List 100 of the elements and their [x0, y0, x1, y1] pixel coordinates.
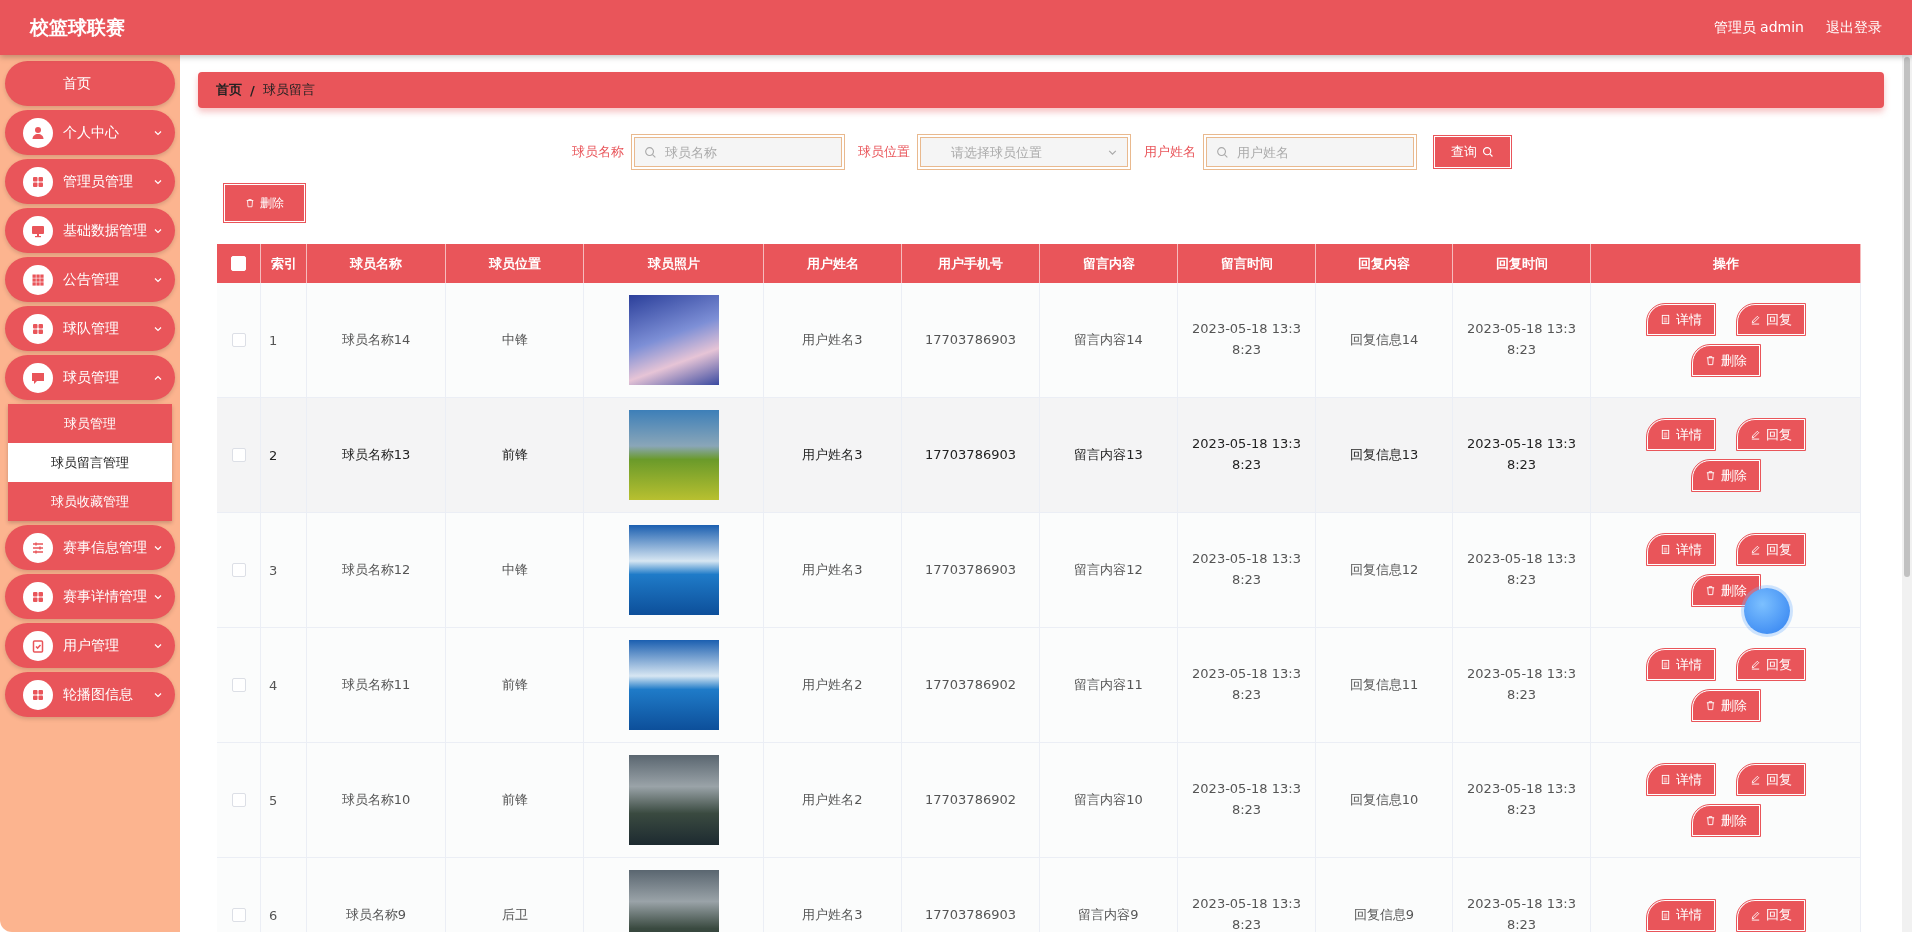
detail-button[interactable]: 详情 — [1646, 649, 1715, 680]
pencil-icon — [1749, 314, 1761, 325]
sidebar-item[interactable]: 公告管理 — [5, 257, 175, 302]
search-field[interactable]: 球员名称 — [633, 137, 842, 167]
row-checkbox[interactable] — [231, 563, 246, 577]
table-cell: 球员名称14 — [341, 331, 411, 349]
document-icon — [1659, 544, 1671, 555]
sidebar-item[interactable]: 用户管理 — [5, 623, 175, 668]
submenu-item[interactable]: 球员收藏管理 — [8, 482, 172, 521]
table-cell-text: 2023-05-18 13:38:23 — [1466, 665, 1577, 704]
trash-icon — [1704, 470, 1716, 481]
row-checkbox[interactable] — [231, 448, 246, 462]
delete-button[interactable]: 删除 — [1691, 690, 1760, 721]
grid-icon — [23, 313, 53, 344]
row-checkbox[interactable] — [231, 793, 246, 807]
table-cell-text: 回复信息13 — [1349, 445, 1419, 464]
document-icon — [1659, 314, 1671, 325]
breadcrumb-link[interactable]: 首页 — [216, 81, 242, 99]
table-cell-text: 17703786903 — [925, 560, 1016, 579]
reply-button[interactable]: 回复 — [1736, 534, 1805, 565]
select-all-checkbox[interactable] — [231, 256, 246, 271]
table-cell-text: 用户姓名3 — [802, 905, 863, 924]
table-cell-text: 用户姓名2 — [802, 790, 863, 809]
document-icon — [1659, 659, 1671, 670]
table-cell: 6 — [269, 907, 278, 923]
admin-label: 管理员 admin — [1713, 18, 1804, 37]
table-cell: 3 — [269, 562, 278, 578]
sidebar-item[interactable]: 赛事详情管理 — [5, 574, 175, 619]
select-field[interactable]: 请选择球员位置 — [919, 137, 1128, 167]
table-cell-text: 2023-05-18 13:38:23 — [1191, 320, 1302, 359]
detail-button[interactable]: 详情 — [1646, 304, 1715, 335]
trash-icon — [1704, 585, 1716, 596]
search-field[interactable]: 用户姓名 — [1205, 137, 1414, 167]
table-cell-text: 用户姓名3 — [802, 330, 863, 349]
query-button[interactable]: 查询 — [1433, 136, 1511, 168]
grid-icon — [23, 581, 53, 612]
table-cell-text: 17703786903 — [925, 445, 1016, 464]
submenu-item[interactable]: 球员留言管理 — [8, 443, 172, 482]
table-cell-text: 回复信息12 — [1349, 560, 1419, 579]
grid-icon — [23, 679, 53, 710]
table-cell: 前锋 — [501, 791, 528, 809]
delete-button[interactable]: 删除 — [1691, 575, 1760, 606]
table-cell-text: 17703786903 — [925, 330, 1016, 349]
trash-icon — [1704, 700, 1716, 711]
sliders-icon — [23, 532, 53, 563]
reply-button[interactable]: 回复 — [1736, 419, 1805, 450]
pencil-icon — [1749, 659, 1761, 670]
table-cell: 后卫 — [501, 906, 528, 924]
delete-button[interactable]: 删除 — [1691, 345, 1760, 376]
sidebar-item[interactable]: 基础数据管理 — [5, 208, 175, 253]
table-cell: 球员名称12 — [341, 561, 411, 579]
submenu-item[interactable]: 球员管理 — [8, 404, 172, 443]
breadcrumb-separator: / — [250, 82, 255, 98]
row-checkbox[interactable] — [231, 908, 246, 922]
document-icon — [1659, 774, 1671, 785]
pencil-icon — [1749, 774, 1761, 785]
delete-button[interactable]: 删除 — [1691, 805, 1760, 836]
detail-button[interactable]: 详情 — [1646, 764, 1715, 795]
reply-button[interactable]: 回复 — [1736, 304, 1805, 335]
table-cell: 5 — [269, 792, 278, 808]
trash-icon — [1704, 355, 1716, 366]
table-cell: 球员名称11 — [341, 676, 411, 694]
table-cell-text: 留言内容14 — [1074, 330, 1143, 349]
reply-button[interactable]: 回复 — [1736, 764, 1805, 795]
detail-button[interactable]: 详情 — [1646, 534, 1715, 565]
table-cell-text: 17703786902 — [925, 790, 1016, 809]
detail-button[interactable]: 详情 — [1646, 419, 1715, 450]
table-cell-text: 回复信息10 — [1349, 790, 1419, 809]
table-cell-text: 留言内容9 — [1078, 905, 1139, 924]
table-cell-text: 2023-05-18 13:38:23 — [1191, 550, 1302, 589]
monitor-icon — [23, 215, 53, 246]
detail-button[interactable]: 详情 — [1646, 899, 1715, 931]
user-icon — [23, 117, 53, 148]
table-cell-text: 2023-05-18 13:38:23 — [1191, 435, 1302, 474]
sidebar-item[interactable]: 管理员管理 — [5, 159, 175, 204]
row-checkbox[interactable] — [231, 333, 246, 347]
sidebar-item[interactable]: 首页 — [5, 61, 175, 106]
reply-button[interactable]: 回复 — [1736, 649, 1805, 680]
field-label: 球员名称 — [571, 143, 624, 161]
row-checkbox[interactable] — [231, 678, 246, 692]
table-cell-text: 用户姓名3 — [802, 445, 863, 464]
sidebar-item[interactable]: 个人中心 — [5, 110, 175, 155]
reply-button[interactable]: 回复 — [1736, 899, 1805, 931]
pencil-icon — [1749, 429, 1761, 440]
table-cell-text: 2023-05-18 13:38:23 — [1466, 435, 1577, 474]
table-cell-text: 17703786902 — [925, 675, 1016, 694]
table-cell-text: 留言内容10 — [1074, 790, 1143, 809]
delete-button[interactable]: 删除 — [224, 184, 305, 222]
table-cell: 前锋 — [501, 446, 528, 464]
pencil-icon — [1749, 544, 1761, 555]
sidebar-item[interactable]: 赛事信息管理 — [5, 525, 175, 570]
grid-icon — [23, 166, 53, 197]
scrollbar[interactable] — [1902, 55, 1912, 932]
table-cell-text: 回复信息11 — [1349, 675, 1419, 694]
sidebar-item[interactable]: 球员管理 — [5, 355, 175, 400]
logout-link[interactable]: 退出登录 — [1826, 18, 1882, 37]
table-icon — [23, 264, 53, 295]
delete-button[interactable]: 删除 — [1691, 460, 1760, 491]
sidebar-item[interactable]: 轮播图信息 — [5, 672, 175, 717]
sidebar-item[interactable]: 球队管理 — [5, 306, 175, 351]
